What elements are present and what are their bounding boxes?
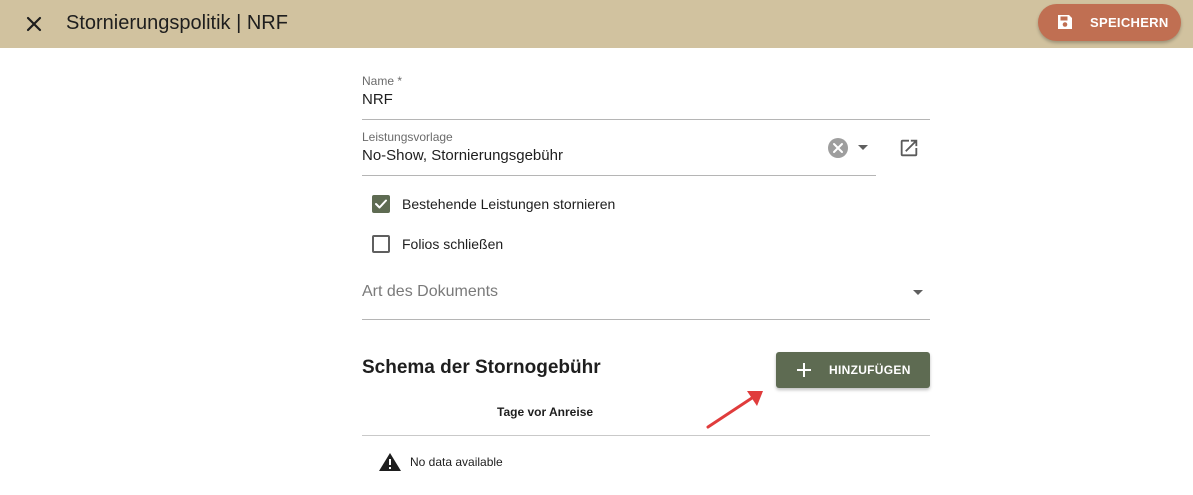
name-field-underline [362, 119, 930, 120]
close-icon [26, 16, 42, 32]
save-button-label: SPEICHERN [1090, 15, 1169, 30]
empty-state: No data available [378, 452, 503, 472]
add-button-label: HINZUFÜGEN [829, 363, 911, 377]
template-select-value: No-Show, Stornierungsgebühr [362, 147, 563, 164]
page-title: Stornierungspolitik | NRF [66, 12, 288, 34]
name-field[interactable]: Name * NRF [362, 74, 930, 120]
annotation-arrow-icon [706, 391, 763, 429]
add-button[interactable]: HINZUFÜGEN [776, 352, 930, 388]
name-field-label: Name * [362, 74, 403, 88]
save-icon [1056, 13, 1074, 36]
checkbox-checked-icon[interactable] [372, 195, 390, 213]
table-header-divider [362, 435, 930, 436]
checkbox-close-folios-label: Folios schließen [402, 236, 504, 252]
warning-icon [379, 453, 401, 471]
checkbox-close-folios[interactable]: Folios schließen [372, 235, 503, 253]
template-select-underline [362, 175, 876, 176]
checkbox-unchecked-icon[interactable] [372, 235, 390, 253]
document-type-select[interactable]: Art des Dokuments [362, 283, 930, 320]
template-select[interactable]: Leistungsvorlage No-Show, Stornierungsge… [362, 130, 876, 176]
template-dropdown-icon[interactable] [857, 144, 869, 152]
checkbox-cancel-existing-label: Bestehende Leistungen stornieren [402, 196, 616, 212]
schema-title: Schema der Stornogebühr [362, 357, 601, 378]
clear-icon[interactable] [827, 137, 849, 159]
close-button[interactable] [20, 10, 48, 38]
empty-state-text: No data available [410, 455, 503, 469]
plus-icon [796, 362, 812, 383]
checkbox-cancel-existing[interactable]: Bestehende Leistungen stornieren [372, 195, 615, 213]
document-type-placeholder: Art des Dokuments [362, 283, 499, 300]
document-type-dropdown-icon[interactable] [912, 289, 924, 297]
name-field-value: NRF [362, 91, 393, 108]
top-bar: Stornierungspolitik | NRF SPEICHERN [0, 0, 1193, 48]
template-select-label: Leistungsvorlage [362, 130, 453, 144]
save-button[interactable]: SPEICHERN [1038, 4, 1181, 41]
open-external-icon[interactable] [898, 137, 920, 159]
document-type-underline [362, 319, 930, 320]
column-header-days[interactable]: Tage vor Anreise [497, 405, 593, 419]
